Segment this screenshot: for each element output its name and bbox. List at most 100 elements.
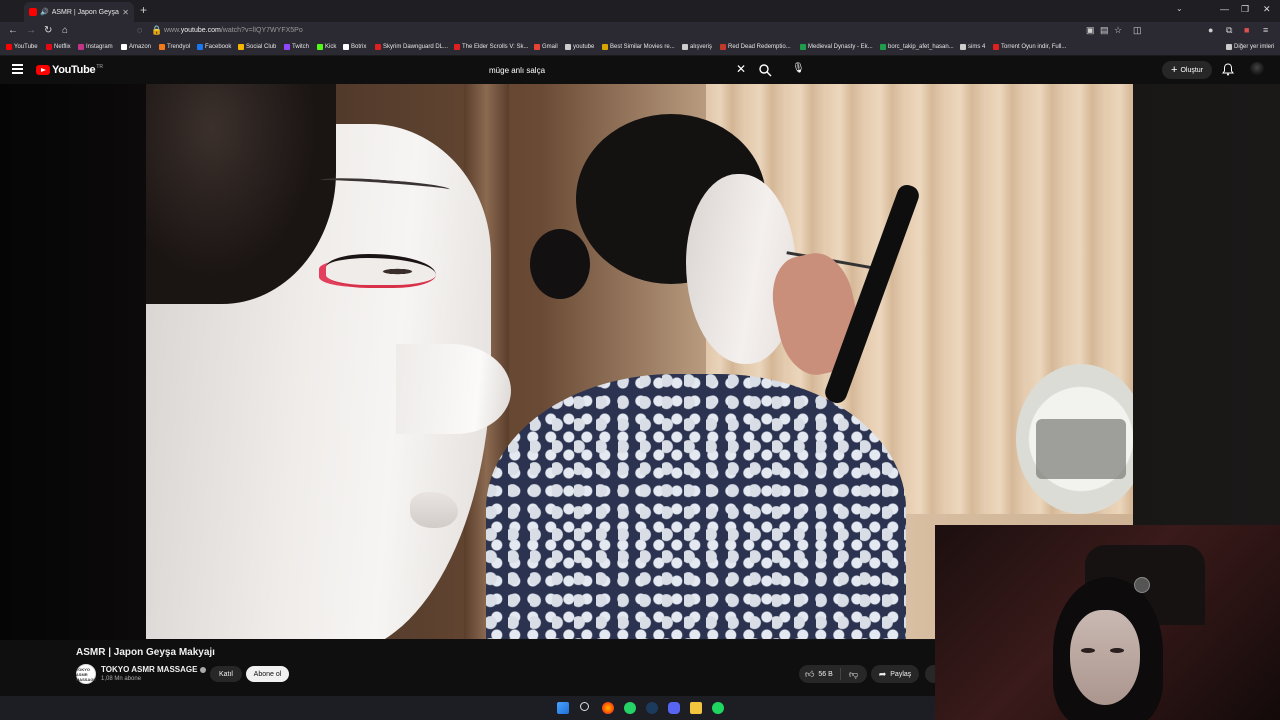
like-dislike-group: 👍︎ 56 B 👎︎ (799, 665, 867, 683)
youtube-favicon-icon (29, 8, 37, 16)
forward-icon[interactable]: → (26, 25, 36, 36)
bookmark-site-icon (800, 44, 806, 50)
clear-search-icon[interactable]: ✕ (736, 62, 746, 76)
bookmark-best-similar-movies[interactable]: Best Similar Movies re... (602, 44, 675, 50)
search-box (482, 60, 750, 81)
search-input[interactable] (482, 66, 732, 75)
bookmark-twitch[interactable]: Twitch (284, 44, 309, 50)
steam-icon[interactable] (646, 702, 658, 714)
restore-button[interactable]: ❐ (1241, 4, 1249, 15)
taskbar-search-icon[interactable] (580, 702, 589, 711)
browser-tab-active[interactable]: 🔊 ASMR | Japon Geyşa Makya... ✕ (24, 2, 134, 22)
share-button[interactable]: ➦ Paylaş (871, 665, 919, 683)
discord-icon[interactable] (668, 702, 680, 714)
bookmark-netflix[interactable]: Netflix (46, 44, 71, 50)
channel-avatar[interactable]: TOKYO ASMR MASSAGE (76, 664, 96, 684)
video-title: ASMR | Japon Geyşa Makyajı (76, 647, 215, 658)
bookmark-site-icon (720, 44, 726, 50)
other-bookmarks[interactable]: Diğer yer imleri (1226, 44, 1274, 50)
share-arrow-icon: ➦ (878, 668, 887, 679)
screenshot-icon[interactable]: ◫ (1133, 25, 1142, 36)
search-icon[interactable] (758, 63, 772, 77)
new-tab-icon[interactable]: + (140, 3, 147, 17)
bookmark-youtube[interactable]: YouTube (6, 44, 38, 50)
picture-in-picture-icon[interactable]: ▣ (1086, 25, 1095, 36)
gmail-icon (534, 44, 540, 50)
bookmark-borc-takip[interactable]: borc_takip_afet_hasan... (880, 44, 954, 50)
microphone-icon[interactable]: 🎙 (792, 63, 805, 74)
minimize-button[interactable]: — (1220, 4, 1229, 14)
bookmark-site-icon (880, 44, 886, 50)
dislike-button[interactable]: 👎︎ (841, 669, 858, 680)
social-club-icon (238, 44, 244, 50)
close-tab-icon[interactable]: ✕ (122, 8, 129, 17)
browser-menu-icon[interactable]: ≡ (1263, 25, 1268, 35)
lock-icon[interactable]: 🔒 (151, 25, 162, 36)
whatsapp-icon[interactable] (624, 702, 636, 714)
bookmark-star-icon[interactable]: ☆ (1114, 25, 1122, 36)
youtube-logo[interactable]: YouTube TR (36, 64, 103, 76)
bookmark-folder-sims4[interactable]: sims 4 (960, 44, 985, 50)
bookmark-trendyol[interactable]: Trendyol (159, 44, 190, 50)
notifications-bell-icon[interactable] (1222, 63, 1234, 76)
reader-view-icon[interactable]: ▤ (1100, 25, 1109, 36)
back-icon[interactable]: ← (8, 25, 18, 36)
folder-icon (1226, 44, 1232, 50)
plus-icon: + (1171, 64, 1178, 76)
bookmark-social-club[interactable]: Social Club (238, 44, 276, 50)
amazon-icon (121, 44, 127, 50)
subscriber-count: 1,08 Mn abone (101, 676, 142, 682)
file-explorer-icon[interactable] (690, 702, 702, 714)
thumbs-up-icon: 👍︎ (805, 668, 815, 679)
bookmark-facebook[interactable]: Facebook (197, 44, 231, 50)
folder-icon (565, 44, 571, 50)
youtube-header: YouTube TR (0, 56, 1280, 84)
twitch-icon (284, 44, 290, 50)
bookmark-site-icon (454, 44, 460, 50)
bookmark-botrix[interactable]: Botrix (343, 44, 366, 50)
bookmark-instagram[interactable]: Instagram (78, 44, 113, 50)
spotify-icon[interactable] (712, 702, 724, 714)
extension-red-icon[interactable]: ■ (1244, 25, 1249, 35)
webcam-overlay (935, 525, 1280, 720)
facebook-icon (197, 44, 203, 50)
hamburger-menu-icon[interactable] (12, 64, 23, 74)
reload-icon[interactable]: ↻ (44, 25, 52, 36)
browser-navbar: ← → ↻ ⌂ ◌ 🔒 www.youtube.com/watch?v=lIQY… (0, 22, 1280, 42)
bookmark-site-icon (602, 44, 608, 50)
bookmark-site-icon (375, 44, 381, 50)
shield-icon[interactable]: ◌ (137, 25, 142, 35)
botrix-icon (343, 44, 349, 50)
create-button[interactable]: + Oluştur (1162, 61, 1212, 79)
windows-start-icon[interactable] (557, 702, 569, 714)
window-close-button[interactable]: ✕ (1263, 4, 1271, 15)
like-button[interactable]: 👍︎ 56 B (799, 668, 841, 680)
address-bar[interactable]: www.youtube.com/watch?v=lIQY7WYFX5Po (164, 27, 303, 34)
bookmark-folder-alisveris[interactable]: alışveriş (682, 44, 712, 50)
bookmark-medieval-dynasty[interactable]: Medieval Dynasty - Ek... (800, 44, 873, 50)
bookmark-red-dead[interactable]: Red Dead Redemptio... (720, 44, 791, 50)
bookmark-torrent-oyun[interactable]: Torrent Oyun indir, Full... (993, 44, 1066, 50)
bookmark-gmail[interactable]: Gmail (534, 44, 558, 50)
folder-icon (960, 44, 966, 50)
netflix-icon (46, 44, 52, 50)
youtube-play-icon (36, 65, 50, 75)
tab-list-chevron-icon[interactable]: ⌄ (1176, 4, 1183, 13)
bookmark-amazon[interactable]: Amazon (121, 44, 151, 50)
join-button[interactable]: Katıl (210, 666, 242, 682)
extensions-icon[interactable]: ⧉ (1226, 25, 1232, 36)
subscribe-button[interactable]: Abone ol (246, 666, 289, 682)
channel-name[interactable]: TOKYO ASMR MASSAGE (101, 665, 207, 674)
account-avatar[interactable] (1250, 62, 1264, 76)
home-icon[interactable]: ⌂ (62, 25, 68, 36)
speaker-icon[interactable]: 🔊 (40, 8, 49, 16)
account-icon[interactable]: ● (1208, 25, 1213, 35)
bookmark-skyrim-dawnguard[interactable]: Skyrim Dawnguard DL... (375, 44, 448, 50)
verified-icon (200, 666, 207, 673)
bookmark-elder-scrolls[interactable]: The Elder Scrolls V: Sk... (454, 44, 528, 50)
trendyol-icon (159, 44, 165, 50)
bookmark-kick[interactable]: Kick (317, 44, 336, 50)
bookmark-folder-youtube[interactable]: youtube (565, 44, 594, 50)
firefox-icon[interactable] (602, 702, 614, 714)
bookmark-site-icon (993, 44, 999, 50)
